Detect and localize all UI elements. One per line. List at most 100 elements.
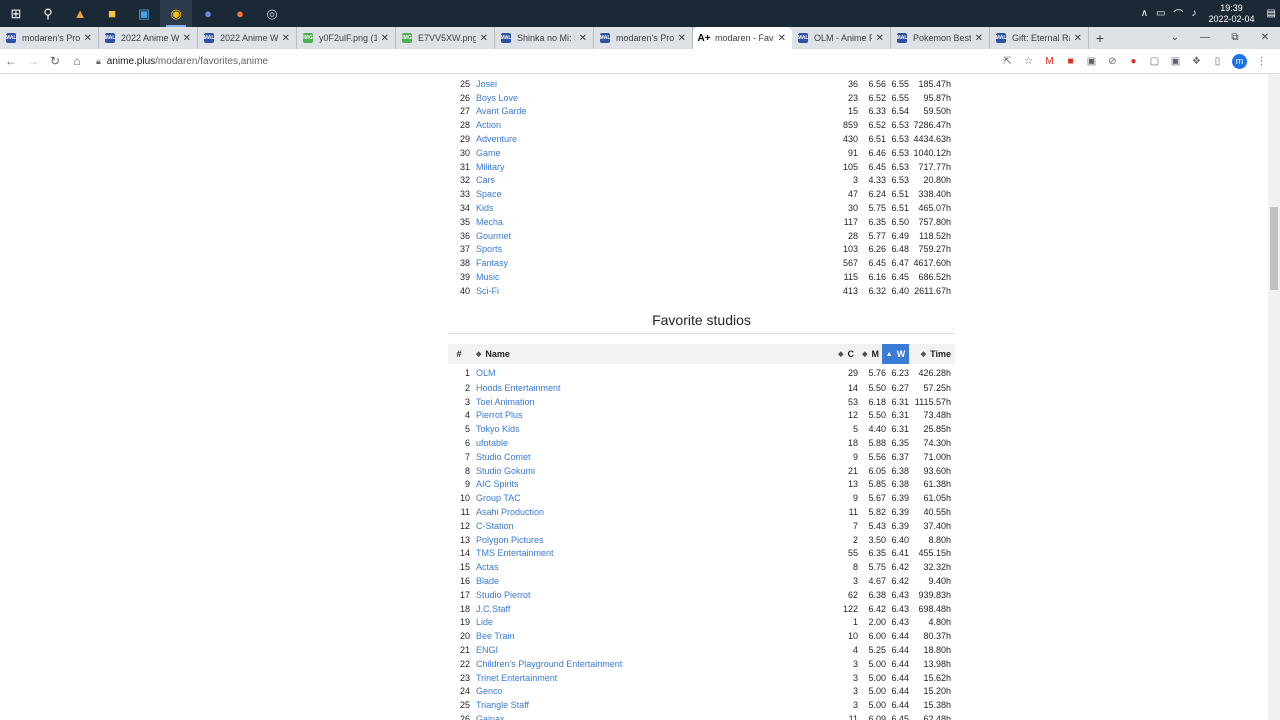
new-tab-button[interactable]: + (1089, 27, 1111, 49)
row-name-link[interactable]: Cars (470, 175, 824, 185)
row-name-link[interactable]: AIC Spirits (470, 479, 824, 489)
share-icon[interactable]: ⇱ (997, 56, 1018, 67)
game-icon[interactable]: ▲ (64, 0, 96, 27)
puzzle-extensions-icon[interactable]: ❖ (1186, 56, 1207, 67)
row-name-link[interactable]: Space (470, 189, 824, 199)
row-name-link[interactable]: ENGI (470, 645, 824, 655)
close-icon[interactable]: ✕ (579, 33, 587, 44)
browser-tab[interactable]: MAL 2022 Anime Wa ✕ (99, 27, 198, 49)
reload-icon[interactable]: ↻ (44, 54, 66, 68)
scrollbar-thumb[interactable] (1270, 207, 1278, 290)
row-name-link[interactable]: OLM (470, 368, 824, 378)
close-icon[interactable]: ✕ (876, 33, 884, 44)
column-header-weighted[interactable]: ▲ W (882, 344, 909, 364)
search-icon[interactable]: ⚲ (32, 0, 64, 27)
chevron-up-icon[interactable]: ∧ (1137, 8, 1152, 19)
discord-icon[interactable]: ● (192, 0, 224, 27)
row-name-link[interactable]: Group TAC (470, 493, 824, 503)
row-name-link[interactable]: Studio Pierrot (470, 590, 824, 600)
profile-avatar[interactable]: m (1232, 54, 1247, 69)
network-icon[interactable]: ▭ (1152, 8, 1169, 19)
row-name-link[interactable]: Kids (470, 203, 824, 213)
address-bar[interactable]: 🔒︎ anime.plus/modaren/favorites,anime (96, 56, 268, 67)
minimize-icon[interactable]: — (1190, 27, 1220, 49)
column-header-count[interactable]: ◆ C (832, 344, 856, 364)
row-name-link[interactable]: Studio Comet (470, 452, 824, 462)
row-name-link[interactable]: Boys Love (470, 93, 824, 103)
row-name-link[interactable]: Children's Playground Entertainment (470, 659, 824, 669)
close-icon[interactable]: ✕ (183, 33, 191, 44)
volume-icon[interactable]: ♪ (1188, 8, 1201, 19)
browser-tab[interactable]: MAL Shinka no Mi: Sh ✕ (495, 27, 594, 49)
row-name-link[interactable]: Military (470, 162, 824, 172)
row-name-link[interactable]: Mecha (470, 217, 824, 227)
browser-tab[interactable]: MAL Pokemon Best W ✕ (891, 27, 990, 49)
home-icon[interactable]: ⌂ (66, 54, 88, 68)
close-icon[interactable]: ✕ (282, 33, 290, 44)
chrome-icon[interactable]: ◉ (160, 0, 192, 27)
row-name-link[interactable]: Triangle Staff (470, 700, 824, 710)
browser-tab[interactable]: IMG y0F2ulF.png (19 ✕ (297, 27, 396, 49)
row-name-link[interactable]: Action (470, 120, 824, 130)
row-name-link[interactable]: Tokyo Kids (470, 424, 824, 434)
row-name-link[interactable]: Hoods Entertainment (470, 383, 824, 393)
bookmark-star-icon[interactable]: ☆ (1018, 56, 1039, 67)
page-scrollbar[interactable] (1268, 74, 1280, 720)
row-name-link[interactable]: Sports (470, 244, 824, 254)
row-name-link[interactable]: Studio Gokumi (470, 466, 824, 476)
row-name-link[interactable]: Gourmet (470, 231, 824, 241)
row-name-link[interactable]: Asahi Production (470, 507, 824, 517)
column-header-time[interactable]: ◆ Time (909, 344, 955, 364)
row-name-link[interactable]: Trinet Entertainment (470, 673, 824, 683)
tab-search-icon[interactable]: ⌄ (1160, 27, 1190, 49)
restore-icon[interactable]: ⧉ (1220, 27, 1250, 49)
row-name-link[interactable]: Toei Animation (470, 397, 824, 407)
row-name-link[interactable]: Genco (470, 686, 824, 696)
browser-tab-active[interactable]: A+ modaren - Favo ✕ (693, 27, 792, 49)
file-explorer-icon[interactable]: ■ (96, 0, 128, 27)
close-icon[interactable]: ✕ (84, 33, 92, 44)
row-name-link[interactable]: ufotable (470, 438, 824, 448)
row-name-link[interactable]: Actas (470, 562, 824, 572)
forward-icon[interactable]: → (22, 54, 44, 68)
browser-tab[interactable]: MAL 2022 Anime Wa ✕ (198, 27, 297, 49)
store-icon[interactable]: ▣ (128, 0, 160, 27)
browser-tab[interactable]: IMG E7VV5XW.png ✕ (396, 27, 495, 49)
row-name-link[interactable]: Game (470, 148, 824, 158)
row-name-link[interactable]: Bee Train (470, 631, 824, 641)
column-header-name[interactable]: ◆ Name (470, 344, 832, 364)
notifications-icon[interactable]: ▤ (1263, 8, 1280, 19)
media-extension-icon[interactable]: ▣ (1165, 56, 1186, 67)
close-icon[interactable]: ✕ (1074, 33, 1082, 44)
row-name-link[interactable]: Adventure (470, 134, 824, 144)
close-icon[interactable]: ✕ (381, 33, 389, 44)
blocker-extension-icon[interactable]: ⊘ (1102, 56, 1123, 67)
extension-icon[interactable]: ▣ (1081, 56, 1102, 67)
row-name-link[interactable]: TMS Entertainment (470, 548, 824, 558)
close-icon[interactable]: ✕ (975, 33, 983, 44)
steam-icon[interactable]: ◎ (256, 0, 288, 27)
row-name-link[interactable]: Sci-Fi (470, 286, 824, 296)
row-name-link[interactable]: Josei (470, 79, 824, 89)
row-name-link[interactable]: Blade (470, 576, 824, 586)
firefox-icon[interactable]: ● (224, 0, 256, 27)
side-panel-icon[interactable]: ▯ (1207, 56, 1228, 67)
row-name-link[interactable]: Avant Garde (470, 106, 824, 116)
row-name-link[interactable]: C-Station (470, 521, 824, 531)
menu-kebab-icon[interactable]: ⋮ (1251, 56, 1272, 67)
clock[interactable]: 19:39 2022-02-04 (1201, 3, 1263, 25)
gmail-extension-icon[interactable]: M (1039, 56, 1060, 67)
close-icon[interactable]: ✕ (678, 33, 686, 44)
row-name-link[interactable]: J.C.Staff (470, 604, 824, 614)
lock-icon[interactable]: 🔒︎ (96, 56, 101, 67)
browser-tab[interactable]: MAL Gift: Eternal Ra ✕ (990, 27, 1089, 49)
row-name-link[interactable]: Lide (470, 617, 824, 627)
extension-square-icon[interactable]: ▢ (1144, 56, 1165, 67)
browser-tab[interactable]: MAL modaren's Profi ✕ (594, 27, 693, 49)
column-header-mean[interactable]: ◆ M (856, 344, 882, 364)
wifi-icon[interactable]: ⌒ (1170, 6, 1188, 21)
row-name-link[interactable]: Polygon Pictures (470, 535, 824, 545)
row-name-link[interactable]: Pierrot Plus (470, 410, 824, 420)
extension-badge-icon[interactable]: ■ (1060, 56, 1081, 67)
close-icon[interactable]: ✕ (480, 33, 488, 44)
